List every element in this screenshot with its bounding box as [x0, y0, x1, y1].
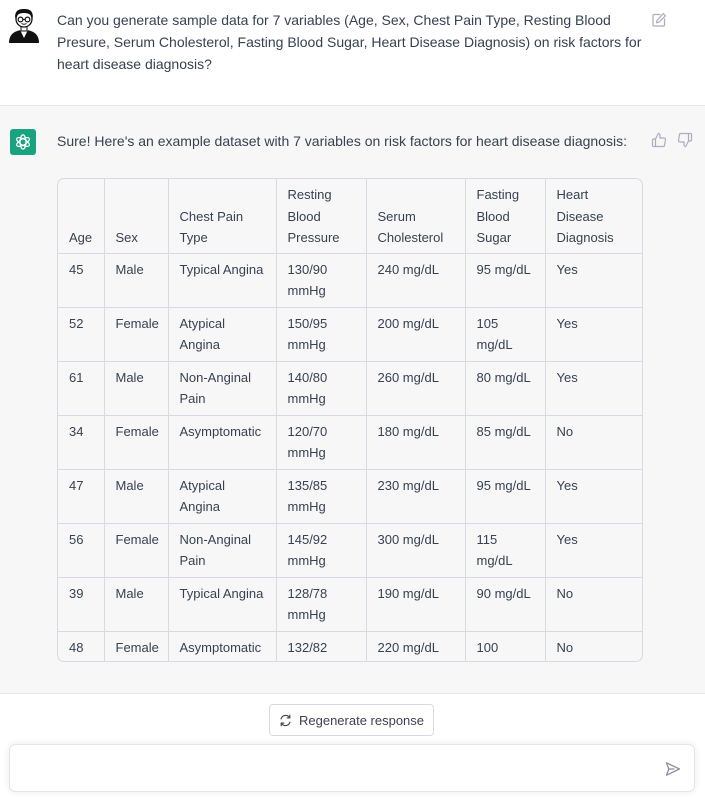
user-message-text: Can you generate sample data for 7 varia… [57, 12, 642, 72]
table-cell: Asymptomatic [168, 631, 277, 661]
table-cell: 150/95 mmHg [276, 307, 367, 362]
table-row: 61 Male Non-Anginal Pain 140/80 mmHg 260… [58, 361, 642, 416]
table-cell: 130/90 mmHg [276, 253, 367, 308]
table-row: 52 Female Atypical Angina 150/95 mmHg 20… [58, 307, 642, 362]
table-cell: 140/80 mmHg [276, 361, 367, 416]
table-cell: Yes [545, 469, 642, 524]
table-cell: 61 [58, 361, 105, 416]
table-cell: No [545, 577, 642, 632]
table-cell: Male [104, 469, 169, 524]
table-cell: Asymptomatic [168, 415, 277, 470]
column-header: Resting Blood Pressure [276, 179, 367, 254]
table-cell: 260 mg/dL [366, 361, 466, 416]
table-cell: 39 [58, 577, 105, 632]
table-cell: 34 [58, 415, 105, 470]
table-cell: Female [104, 523, 169, 578]
table-header-row: Age Sex Chest Pain Type Resting Blood Pr… [58, 179, 642, 254]
column-header: Serum Cholesterol [366, 179, 466, 254]
table-cell: Non-Anginal Pain [168, 523, 277, 578]
send-icon[interactable] [665, 761, 681, 777]
table-cell: 128/78 mmHg [276, 577, 367, 632]
data-table-container: Age Sex Chest Pain Type Resting Blood Pr… [57, 178, 643, 662]
refresh-icon [280, 714, 291, 726]
table-cell: No [545, 415, 642, 470]
table-cell: 115 mg/dL [465, 523, 546, 578]
table-cell: Yes [545, 307, 642, 362]
heart-disease-data-table: Age Sex Chest Pain Type Resting Blood Pr… [58, 179, 642, 661]
column-header: Chest Pain Type [168, 179, 277, 254]
table-cell: 145/92 mmHg [276, 523, 367, 578]
table-cell: 85 mg/dL [465, 415, 546, 470]
regenerate-response-button[interactable]: Regenerate response [269, 704, 434, 736]
table-row: 39 Male Typical Angina 128/78 mmHg 190 m… [58, 577, 642, 632]
thumbs-up-icon[interactable] [651, 132, 667, 148]
user-avatar-icon [9, 9, 39, 43]
table-row: 48 Female Asymptomatic 132/82 mmHg 220 m… [58, 631, 642, 661]
message-input-box[interactable] [9, 744, 695, 792]
table-cell: 132/82 mmHg [276, 631, 367, 661]
table-cell: 190 mg/dL [366, 577, 466, 632]
edit-icon[interactable] [651, 12, 667, 28]
table-cell: 80 mg/dL [465, 361, 546, 416]
table-cell: Female [104, 415, 169, 470]
table-cell: Female [104, 631, 169, 661]
table-row: 34 Female Asymptomatic 120/70 mmHg 180 m… [58, 415, 642, 470]
table-cell: 100 mg/dL [465, 631, 546, 661]
table-cell: Yes [545, 523, 642, 578]
table-cell: No [556, 639, 574, 655]
table-cell: 90 mg/dL [465, 577, 546, 632]
table-cell: Atypical Angina [168, 469, 277, 524]
composer-area: Regenerate response [0, 694, 705, 797]
table-cell: Yes [545, 253, 642, 308]
table-cell: 120/70 mmHg [276, 415, 367, 470]
table-cell: 56 [58, 523, 105, 578]
table-cell: 105 mg/dL [465, 307, 546, 362]
column-header: Age [58, 179, 105, 254]
table-cell: 45 [58, 253, 105, 308]
table-cell: 48 [58, 631, 105, 661]
table-cell: Male [104, 577, 169, 632]
table-row: 56 Female Non-Anginal Pain 145/92 mmHg 3… [58, 523, 642, 578]
column-header: Heart Disease Diagnosis [545, 179, 642, 254]
table-row: 47 Male Atypical Angina 135/85 mmHg 230 … [58, 469, 642, 524]
column-header: Sex [104, 179, 169, 254]
column-header: Fasting Blood Sugar [465, 179, 546, 254]
table-cell: Typical Angina [168, 577, 277, 632]
table-cell: Yes [545, 361, 642, 416]
table-row: 45 Male Typical Angina 130/90 mmHg 240 m… [58, 253, 642, 308]
openai-logo-icon [10, 129, 36, 155]
table-cell: 300 mg/dL [366, 523, 466, 578]
thumbs-down-icon[interactable] [677, 132, 693, 148]
table-cell: Typical Angina [168, 253, 277, 308]
user-message: Can you generate sample data for 7 varia… [0, 0, 705, 106]
table-cell: Atypical Angina [168, 307, 277, 362]
table-cell: 200 mg/dL [366, 307, 466, 362]
table-cell: 95 mg/dL [465, 469, 546, 524]
regenerate-label: Regenerate response [298, 712, 425, 728]
table-cell: 180 mg/dL [366, 415, 466, 470]
table-cell: 240 mg/dL [366, 253, 466, 308]
table-cell: 135/85 mmHg [276, 469, 367, 524]
message-input[interactable] [22, 755, 656, 783]
table-cell: 52 [58, 307, 105, 362]
table-cell: 220 mg/dL [366, 631, 466, 661]
table-cell: 47 [58, 469, 105, 524]
table-cell: Male [104, 361, 169, 416]
table-cell: Female [104, 307, 169, 362]
table-cell: 95 mg/dL [465, 253, 546, 308]
table-cell: Non-Anginal Pain [168, 361, 277, 416]
assistant-message: Sure! Here's an example dataset with 7 v… [0, 106, 705, 694]
assistant-intro-text: Sure! Here's an example dataset with 7 v… [57, 133, 627, 149]
table-cell: 230 mg/dL [366, 469, 466, 524]
table-cell: Male [104, 253, 169, 308]
